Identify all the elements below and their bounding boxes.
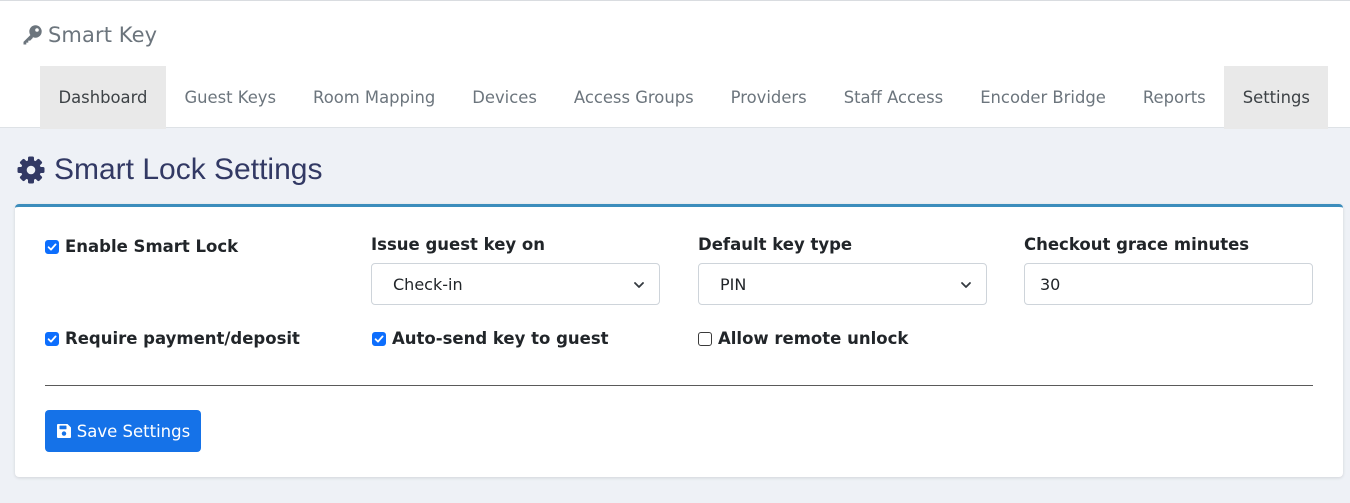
tab-guest-keys[interactable]: Guest Keys [166, 66, 295, 129]
auto-send-key-checkbox[interactable]: Auto-send key to guest [372, 329, 609, 348]
main-tabs: Dashboard Guest Keys Room Mapping Device… [40, 66, 1329, 129]
checkout-grace-input[interactable]: 30 [1024, 263, 1313, 305]
page-header: Smart Lock Settings [16, 150, 322, 190]
brand[interactable]: Smart Key [20, 21, 157, 49]
settings-card: Enable Smart Lock Issue guest key on Che… [15, 204, 1343, 477]
tab-staff-access[interactable]: Staff Access [825, 66, 962, 129]
allow-remote-unlock-checkbox[interactable]: Allow remote unlock [698, 329, 908, 348]
save-settings-label: Save Settings [76, 421, 191, 441]
issue-guest-key-label: Issue guest key on [371, 235, 545, 254]
chevron-down-icon [961, 282, 971, 288]
checkbox-checked-icon [45, 331, 59, 346]
default-key-type-value: PIN [720, 274, 747, 294]
checkbox-unchecked-icon [698, 331, 712, 346]
checkbox-checked-icon [45, 239, 59, 254]
key-icon [23, 25, 42, 45]
floppy-disk-icon [56, 424, 71, 438]
issue-guest-key-select[interactable]: Check-in [371, 263, 660, 305]
enable-smart-lock-label: Enable Smart Lock [65, 237, 239, 256]
page-title: Smart Lock Settings [54, 153, 323, 186]
tab-access-groups[interactable]: Access Groups [555, 66, 712, 129]
checkbox-checked-icon [372, 331, 386, 346]
tab-settings[interactable]: Settings [1224, 66, 1329, 129]
gear-icon [17, 156, 45, 184]
checkout-grace-label: Checkout grace minutes [1024, 235, 1250, 254]
chevron-down-icon [634, 282, 644, 288]
tab-room-mapping[interactable]: Room Mapping [295, 66, 454, 129]
enable-smart-lock-checkbox[interactable]: Enable Smart Lock [45, 237, 238, 256]
tab-reports[interactable]: Reports [1124, 66, 1224, 129]
default-key-type-select[interactable]: PIN [698, 263, 987, 305]
checkout-grace-value: 30 [1040, 274, 1061, 294]
require-payment-label: Require payment/deposit [65, 329, 300, 348]
tab-providers[interactable]: Providers [712, 66, 825, 129]
tab-dashboard[interactable]: Dashboard [40, 66, 166, 129]
save-settings-button[interactable]: Save Settings [45, 410, 201, 452]
tab-encoder-bridge[interactable]: Encoder Bridge [962, 66, 1125, 129]
brand-name: Smart Key [48, 23, 158, 47]
tab-devices[interactable]: Devices [454, 66, 556, 129]
auto-send-key-label: Auto-send key to guest [392, 329, 609, 348]
top-navbar: Smart Key Dashboard Guest Keys Room Mapp… [0, 0, 1350, 129]
issue-guest-key-value: Check-in [393, 274, 463, 294]
allow-remote-unlock-label: Allow remote unlock [718, 329, 909, 348]
divider [45, 385, 1313, 386]
require-payment-checkbox[interactable]: Require payment/deposit [45, 329, 300, 348]
default-key-type-label: Default key type [698, 235, 853, 254]
